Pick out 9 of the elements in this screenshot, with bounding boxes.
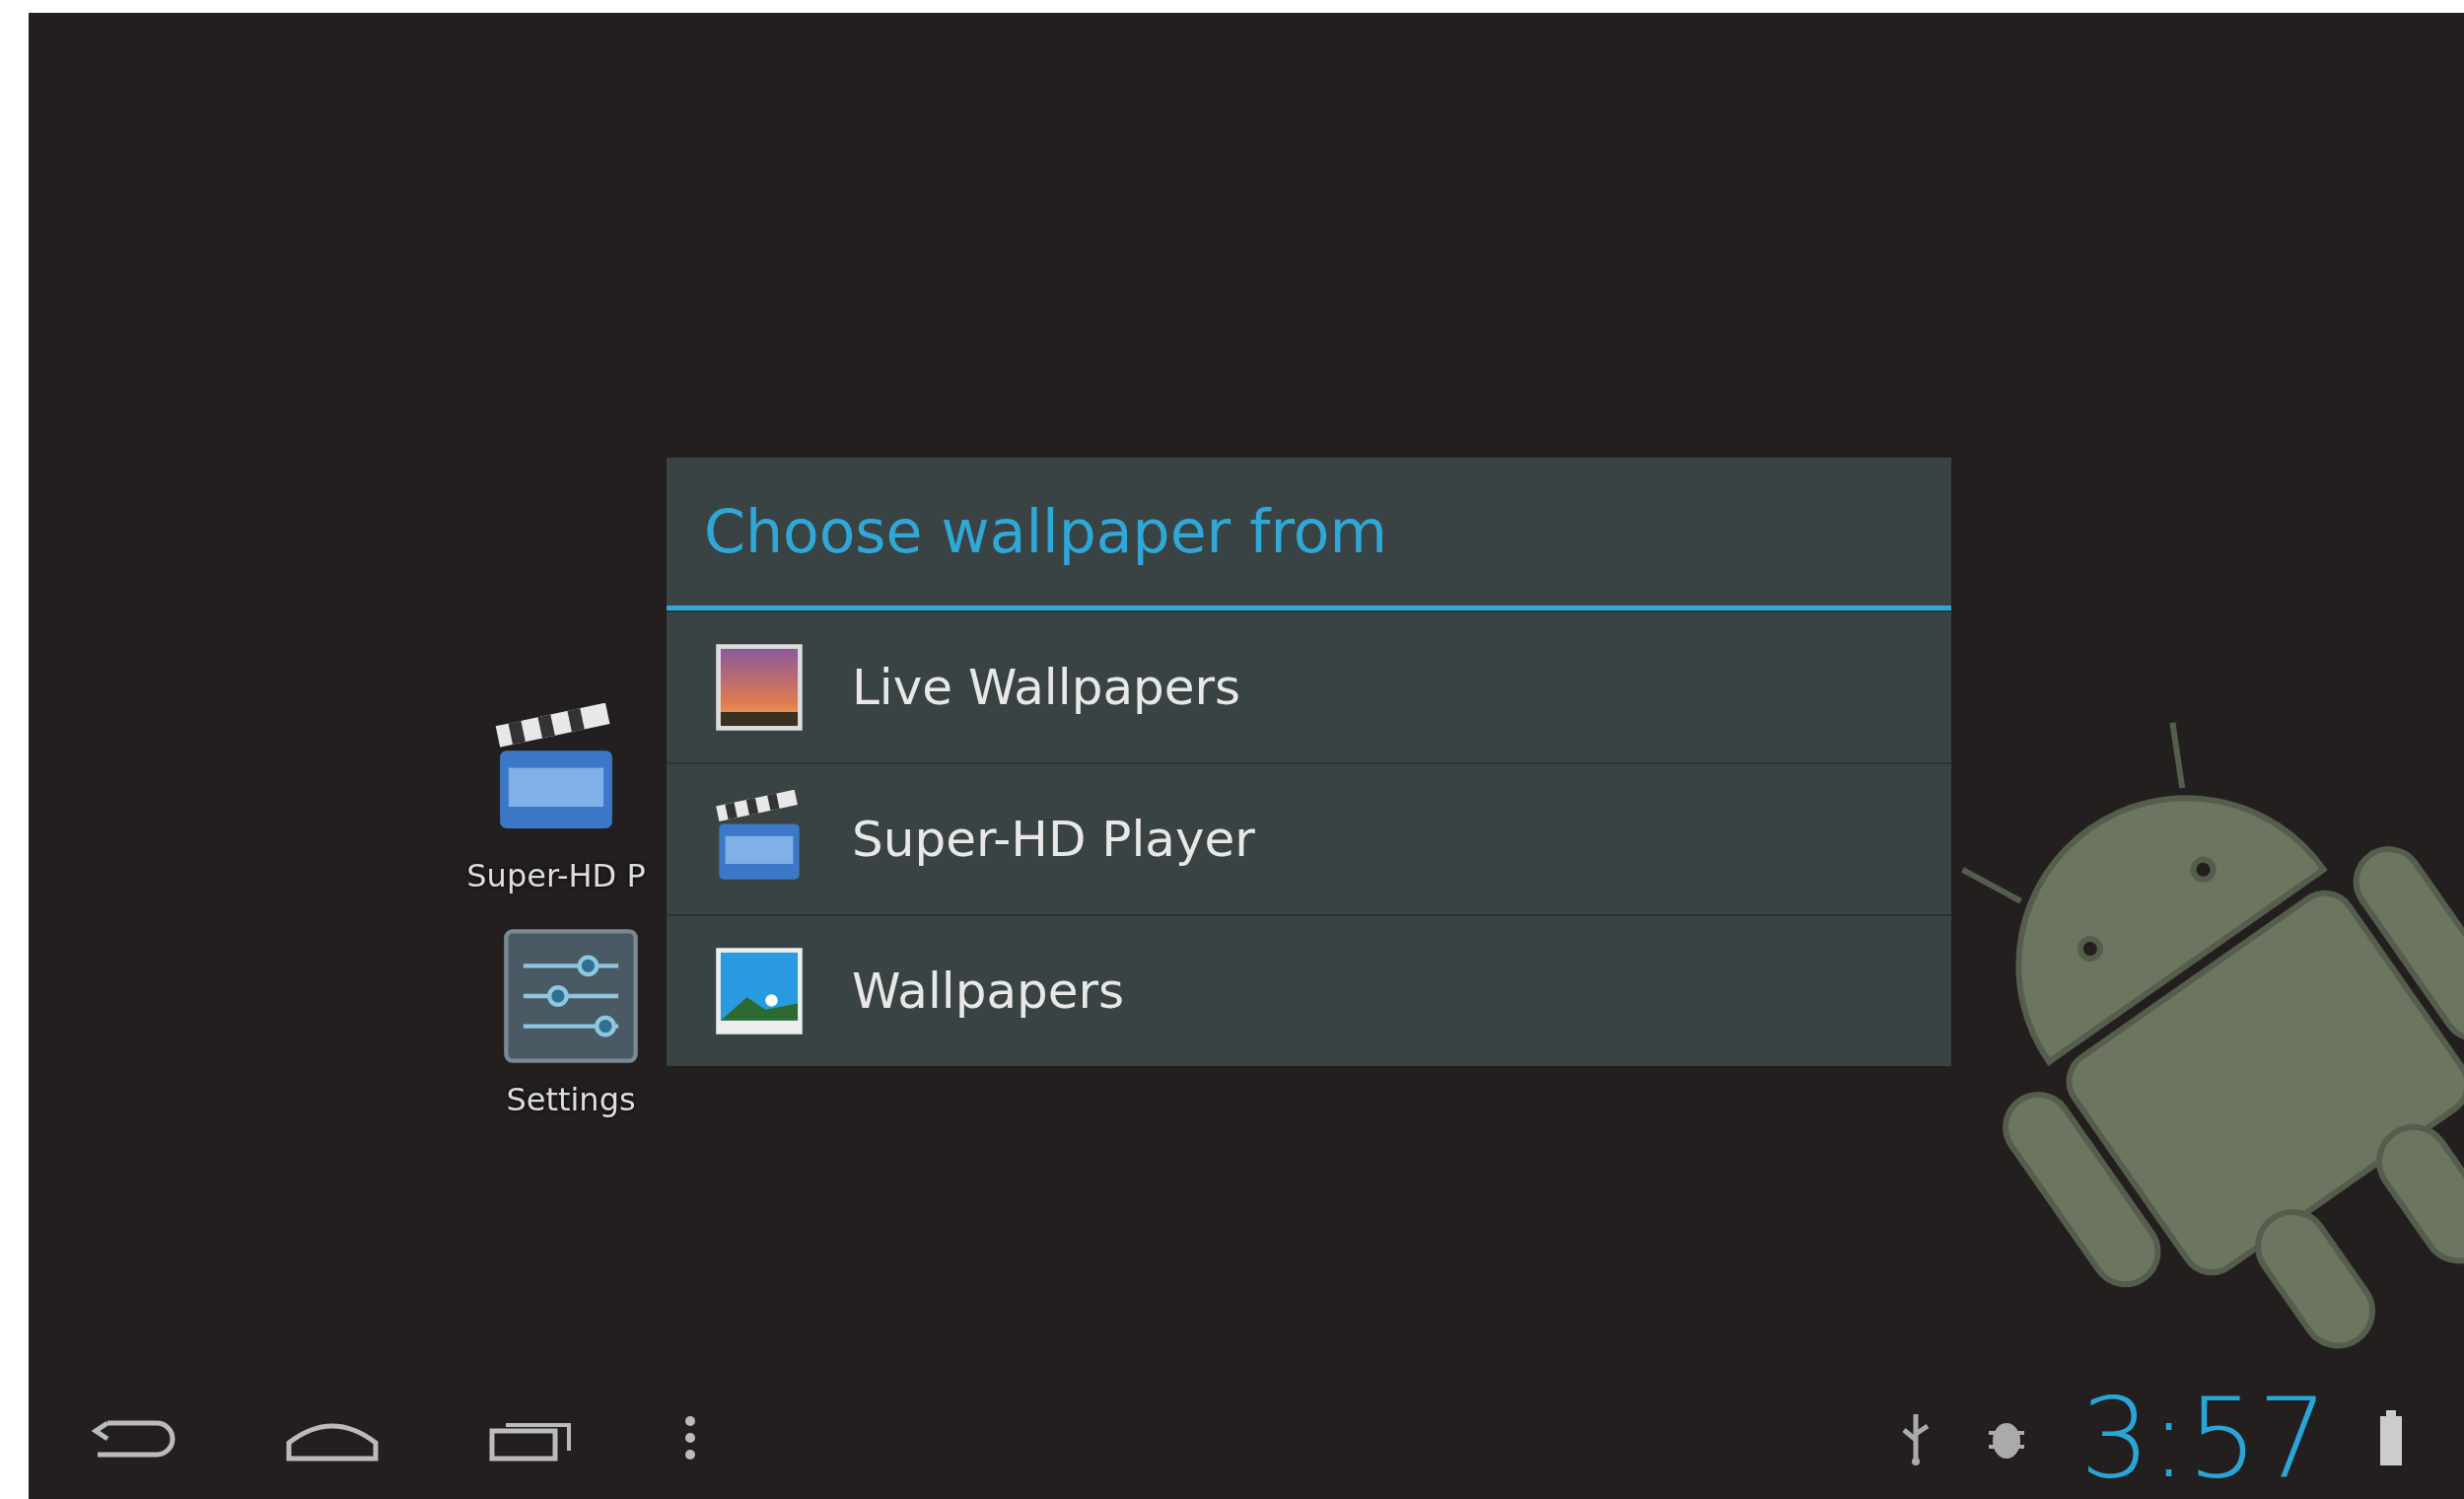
wallpaper-source-item[interactable]: Wallpapers [667,914,1951,1066]
shortcut-label[interactable]: Super-HD P [466,857,646,894]
wallpaper-source-item[interactable]: Super-HD Player [667,762,1951,914]
clock-time: 3:57 [2079,1382,2328,1493]
wallpaper-source-item[interactable]: Live Wallpapers [667,610,1951,762]
dialog-title: Choose wallpaper from [667,458,1951,610]
shortcut-label[interactable]: Settings [506,1081,636,1118]
sliders-icon [502,927,640,1065]
battery-icon [2377,1407,2405,1467]
